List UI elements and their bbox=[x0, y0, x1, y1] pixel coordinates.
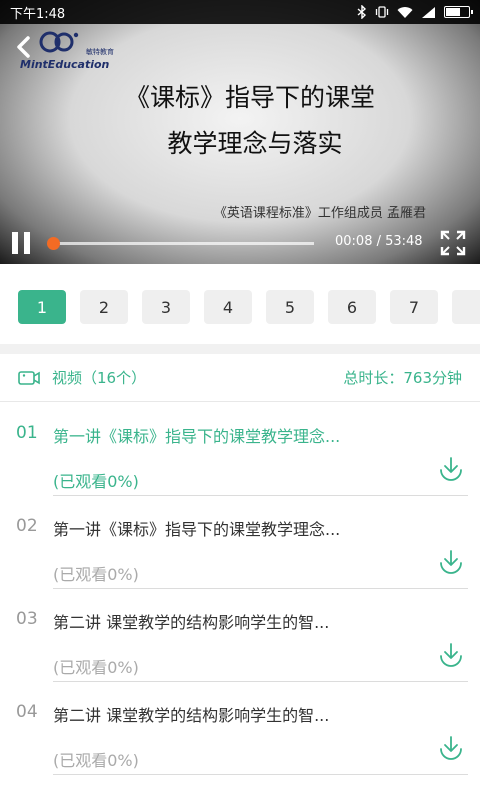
episode-tab-3[interactable]: 3 bbox=[142, 290, 190, 324]
download-icon[interactable] bbox=[437, 548, 465, 576]
section-divider bbox=[0, 344, 480, 354]
video-list-item[interactable]: 04 第二讲 课堂教学的结构影响学生的智... (已观看0%) bbox=[0, 682, 480, 775]
video-player[interactable]: 下午1:48 敏特教育 MintEducation 《课标》指导下的课堂 教学理… bbox=[0, 0, 480, 264]
fullscreen-icon[interactable] bbox=[440, 230, 466, 256]
download-icon[interactable] bbox=[437, 641, 465, 669]
episode-tab-5[interactable]: 5 bbox=[266, 290, 314, 324]
video-number: 02 bbox=[16, 516, 38, 536]
slide-author: 《英语课程标准》工作组成员 孟雁君 bbox=[213, 206, 426, 221]
episode-tab-next-partial[interactable] bbox=[452, 290, 480, 324]
video-list: 01 第一讲《课标》指导下的课堂教学理念... (已观看0%) 02 第一讲《课标》指导… bbox=[0, 403, 480, 775]
video-title: 第一讲《课标》指导下的课堂教学理念... bbox=[53, 427, 341, 446]
vibrate-icon bbox=[375, 6, 389, 18]
item-divider bbox=[53, 774, 468, 775]
progress-handle[interactable] bbox=[46, 237, 60, 250]
pause-icon-bar bbox=[24, 232, 30, 254]
wifi-icon bbox=[397, 6, 413, 18]
pause-button[interactable] bbox=[12, 232, 32, 254]
progress-bar[interactable] bbox=[46, 237, 314, 250]
video-number: 04 bbox=[16, 702, 38, 722]
video-list-item[interactable]: 02 第一讲《课标》指导下的课堂教学理念... (已观看0%) bbox=[0, 496, 480, 589]
video-camera-icon bbox=[18, 370, 40, 385]
download-icon[interactable] bbox=[437, 455, 465, 483]
watched-progress: (已观看0%) bbox=[53, 565, 139, 584]
status-time: 下午1:48 bbox=[10, 6, 66, 22]
watched-progress: (已观看0%) bbox=[53, 658, 139, 677]
slide-title-line1: 《课标》指导下的课堂 bbox=[124, 83, 375, 112]
logo-cn-text: 敏特教育 bbox=[86, 48, 114, 56]
video-number: 01 bbox=[16, 423, 38, 443]
video-list-item[interactable]: 01 第一讲《课标》指导下的课堂教学理念... (已观看0%) bbox=[0, 403, 480, 496]
video-title: 第二讲 课堂教学的结构影响学生的智... bbox=[53, 613, 330, 632]
watched-progress: (已观看0%) bbox=[53, 472, 139, 491]
time-display: 00:08 / 53:48 bbox=[335, 234, 423, 249]
status-bar: 下午1:48 bbox=[0, 0, 480, 24]
signal-icon bbox=[422, 6, 435, 18]
episode-tab-2[interactable]: 2 bbox=[80, 290, 128, 324]
video-title: 第一讲《课标》指导下的课堂教学理念... bbox=[53, 520, 341, 539]
total-duration: 总时长：763分钟 bbox=[343, 369, 462, 387]
video-section-header: 视频（16个） 总时长：763分钟 bbox=[0, 354, 480, 402]
episode-tab-6[interactable]: 6 bbox=[328, 290, 376, 324]
bluetooth-icon bbox=[357, 5, 367, 19]
battery-icon bbox=[444, 6, 473, 18]
video-title: 第二讲 课堂教学的结构影响学生的智... bbox=[53, 706, 330, 725]
episode-tabs: 1234567 bbox=[0, 272, 480, 342]
episode-tab-1[interactable]: 1 bbox=[18, 290, 66, 324]
slide-title-line2: 教学理念与落实 bbox=[167, 129, 343, 158]
video-list-item[interactable]: 03 第二讲 课堂教学的结构影响学生的智... (已观看0%) bbox=[0, 589, 480, 682]
episode-tab-7[interactable]: 7 bbox=[390, 290, 438, 324]
video-number: 03 bbox=[16, 609, 38, 629]
logo-text: MintEducation bbox=[20, 58, 110, 71]
download-icon[interactable] bbox=[437, 734, 465, 762]
pause-icon bbox=[12, 232, 18, 254]
episode-tab-4[interactable]: 4 bbox=[204, 290, 252, 324]
video-count: 视频（16个） bbox=[52, 369, 147, 387]
watched-progress: (已观看0%) bbox=[53, 751, 139, 770]
logo-mark-icon bbox=[39, 31, 79, 53]
